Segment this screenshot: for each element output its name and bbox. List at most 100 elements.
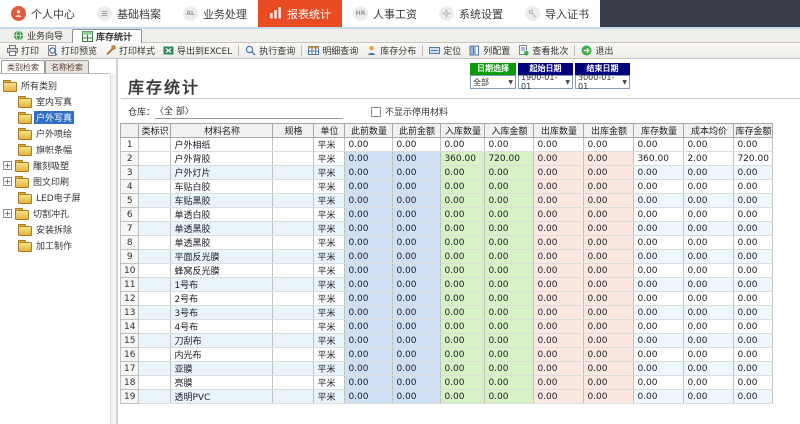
tree-item[interactable]: 旗帜条幅	[3, 141, 110, 157]
menu-item[interactable]: 基础档案	[86, 0, 172, 27]
hide-disabled-label: 不显示停用材料	[385, 105, 448, 118]
toolbar-button[interactable]: 导出到EXCEL	[159, 44, 236, 57]
expand-plus-icon[interactable]: +	[3, 209, 12, 218]
table-cell	[273, 138, 314, 152]
column-header[interactable]: 成本均价	[684, 124, 734, 138]
table-cell: 0.00	[345, 208, 393, 222]
table-cell: 平米	[314, 166, 345, 180]
table-cell	[139, 250, 171, 264]
start-date-dropdown[interactable]: 1900-01-01 ▼	[518, 75, 573, 89]
table-cell: 0.00	[485, 348, 534, 362]
toolbar-button[interactable]: 库存分布	[362, 44, 420, 57]
toolbar-button[interactable]: 打印样式	[101, 44, 159, 57]
tree-item[interactable]: 户外写真	[3, 109, 110, 125]
hide-disabled-checkbox[interactable]	[371, 107, 381, 117]
menu-item[interactable]: 导入证书	[514, 0, 600, 27]
toolbar-button[interactable]: 列配置	[465, 44, 514, 57]
menu-item[interactable]: 报表统计	[258, 0, 342, 27]
menu-item-label: 业务处理	[203, 6, 247, 22]
toolbar-button[interactable]: 查看批次	[514, 44, 572, 57]
toolbar-button[interactable]: 打印预览	[43, 44, 101, 57]
column-header[interactable]: 此前金额	[393, 124, 441, 138]
table-row[interactable]: 6单透白胶平米0.000.000.000.000.000.000.000.000…	[121, 208, 773, 222]
table-row[interactable]: 2户外背胶平米0.000.00360.00720.000.000.00360.0…	[121, 152, 773, 166]
sidebar-scrollbar[interactable]	[110, 74, 116, 424]
tree-item[interactable]: +雕刻吸塑	[3, 157, 110, 173]
tree-item[interactable]: 户外喷绘	[3, 125, 110, 141]
menu-item-label: 导入证书	[545, 6, 589, 22]
table-row[interactable]: 10蜂窝反光膜平米0.000.000.000.000.000.000.000.0…	[121, 264, 773, 278]
menu-item[interactable]: 系统设置	[428, 0, 514, 27]
column-header[interactable]	[121, 124, 139, 138]
table-cell: 0.00	[441, 264, 485, 278]
table-row[interactable]: 9平面反光膜平米0.000.000.000.000.000.000.000.00…	[121, 250, 773, 264]
tree-root[interactable]: 所有类别	[3, 77, 110, 93]
hide-disabled-checkbox-row[interactable]: 不显示停用材料	[371, 105, 448, 118]
tree-item[interactable]: +图文印刷	[3, 173, 110, 189]
table-row[interactable]: 1户外相纸平米0.000.000.000.000.000.000.000.000…	[121, 138, 773, 152]
table-row[interactable]: 4车贴白胶平米0.000.000.000.000.000.000.000.000…	[121, 180, 773, 194]
tree-item[interactable]: 加工制作	[3, 237, 110, 253]
column-header[interactable]: 出库金额	[584, 124, 634, 138]
table-row[interactable]: 8单透黑胶平米0.000.000.000.000.000.000.000.000…	[121, 236, 773, 250]
column-header[interactable]: 库存数量	[634, 124, 684, 138]
menu-item[interactable]: HR人事工资	[342, 0, 428, 27]
column-header[interactable]: 出库数量	[534, 124, 584, 138]
table-row[interactable]: 7单透黑胶平米0.000.000.000.000.000.000.000.000…	[121, 222, 773, 236]
expand-plus-icon[interactable]: +	[3, 177, 12, 186]
date-select-column: 日期选择 全部 ▼	[470, 63, 516, 89]
titlebar-fill	[600, 0, 800, 27]
tab-inactive[interactable]: 业务向导	[4, 29, 72, 42]
expand-plus-icon[interactable]: +	[3, 161, 12, 170]
column-header[interactable]: 单位	[314, 124, 345, 138]
column-header[interactable]: 规格	[273, 124, 314, 138]
sidebar-tab[interactable]: 名称检索	[45, 60, 89, 73]
warehouse-value-dropdown[interactable]: 〈全 部〉	[155, 104, 343, 119]
table-cell	[139, 166, 171, 180]
app-window: 个人中心基础档案AL业务处理报表统计HR人事工资系统设置 导入证书 业务向导库存统…	[0, 0, 800, 424]
column-header[interactable]: 库存金额	[734, 124, 773, 138]
table-cell: 0.00	[584, 152, 634, 166]
toolbar-button[interactable]: 执行查询	[241, 44, 299, 57]
table-row[interactable]: 122号布平米0.000.000.000.000.000.000.000.000…	[121, 292, 773, 306]
table-row[interactable]: 15刀刮布平米0.000.000.000.000.000.000.000.000…	[121, 334, 773, 348]
table-row[interactable]: 16内光布平米0.000.000.000.000.000.000.000.000…	[121, 348, 773, 362]
toolbar-button[interactable]: 定位	[425, 44, 465, 57]
column-header[interactable]: 材料名称	[171, 124, 273, 138]
table-row[interactable]: 144号布平米0.000.000.000.000.000.000.000.000…	[121, 320, 773, 334]
table-cell: 0.00	[534, 292, 584, 306]
date-select-dropdown[interactable]: 全部 ▼	[470, 75, 516, 89]
column-header[interactable]: 类标识	[139, 124, 171, 138]
row-number-cell: 15	[121, 334, 139, 348]
toolbar-button-label: 执行查询	[259, 44, 295, 57]
end-date-dropdown[interactable]: 3000-01-01 ▼	[575, 75, 630, 89]
tree-item[interactable]: +切割冲孔	[3, 205, 110, 221]
table-cell: 3号布	[171, 306, 273, 320]
table-cell	[273, 306, 314, 320]
menu-item[interactable]: 个人中心	[0, 0, 86, 27]
table-row[interactable]: 19透明PVC平米0.000.000.000.000.000.000.000.0…	[121, 390, 773, 404]
table-row[interactable]: 133号布平米0.000.000.000.000.000.000.000.000…	[121, 306, 773, 320]
table-row[interactable]: 3户外灯片平米0.000.000.000.000.000.000.000.000…	[121, 166, 773, 180]
menu-item[interactable]: AL业务处理	[172, 0, 258, 27]
toolbar-button-label: 打印样式	[119, 44, 155, 57]
table-row[interactable]: 18亮膜平米0.000.000.000.000.000.000.000.000.…	[121, 376, 773, 390]
tree-item[interactable]: LED电子屏	[3, 189, 110, 205]
table-row[interactable]: 111号布平米0.000.000.000.000.000.000.000.000…	[121, 278, 773, 292]
toolbar-button[interactable]: 打印	[3, 44, 43, 57]
tree-item[interactable]: 室内写真	[3, 93, 110, 109]
toolbar-button[interactable]: 明细查询	[304, 44, 362, 57]
column-header[interactable]: 入库数量	[441, 124, 485, 138]
tab-active[interactable]: 库存统计	[72, 29, 142, 43]
table-cell: 1号布	[171, 278, 273, 292]
column-header[interactable]: 入库金额	[485, 124, 534, 138]
tree-item[interactable]: 安装拆除	[3, 221, 110, 237]
column-header[interactable]: 此前数量	[345, 124, 393, 138]
table-row[interactable]: 5车贴黑胶平米0.000.000.000.000.000.000.000.000…	[121, 194, 773, 208]
table-cell: 车贴白胶	[171, 180, 273, 194]
table-cell: 0.00	[345, 180, 393, 194]
toolbar-button[interactable]: 退出	[577, 44, 617, 57]
table-row[interactable]: 17亚膜平米0.000.000.000.000.000.000.000.000.…	[121, 362, 773, 376]
table-cell	[273, 152, 314, 166]
sidebar-tab[interactable]: 类别检索	[1, 60, 45, 73]
